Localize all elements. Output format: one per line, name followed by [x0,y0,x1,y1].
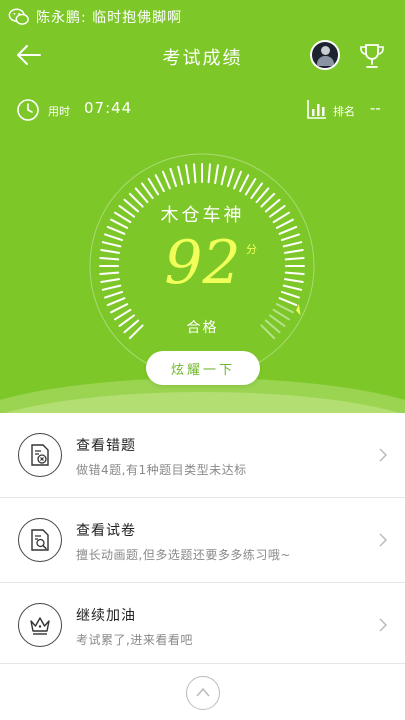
gauge-tick [239,174,250,193]
clock-icon [17,99,39,121]
score-value: 92 [164,228,241,298]
gauge-tick [214,164,219,185]
rank-value: -- [370,99,381,117]
chevron-up-icon [196,687,210,697]
item-subtitle: 做错4题,有1种题目类型未达标 [76,463,247,477]
gauge-tick [233,170,243,190]
item-subtitle: 擅长动画题,但多选题还要多多练习哦~ [76,548,291,562]
gauge-tick [154,174,165,193]
gauge-tick [275,303,294,314]
gauge-tick [177,165,184,186]
notification-banner[interactable]: 陈永鹏: 临时抱佛脚啊 [0,0,405,34]
avatar[interactable] [310,40,340,70]
gauge-tick [207,163,212,184]
wechat-icon [8,8,29,25]
gauge-tick [110,303,129,314]
gauge-tick [141,182,154,200]
item-title: 查看错题 [76,438,136,454]
score-unit: 分 [246,243,257,256]
scroll-up-button[interactable] [186,676,220,710]
crown-icon [18,603,62,647]
wrong-question-icon [18,433,62,477]
divider [0,663,405,664]
rank-label: 排名 [333,105,355,118]
gauge-tick [244,178,257,196]
chevron-right-icon [379,448,388,462]
gauge-tick [220,165,227,186]
show-off-button[interactable]: 炫耀一下 [146,351,260,385]
time-value: 07:44 [84,99,133,117]
item-title: 查看试卷 [76,523,136,539]
view-exam-paper[interactable]: 查看试卷 擅长动画题,但多选题还要多多练习哦~ [0,498,405,582]
notification-text: 陈永鹏: 临时抱佛脚啊 [36,7,182,27]
gauge-tick [226,167,235,188]
top-nav: 考试成绩 [0,34,405,78]
time-label: 用时 [48,105,70,118]
gauge-tick [192,163,197,184]
chevron-right-icon [379,533,388,547]
gauge-tick [169,167,178,188]
chevron-right-icon [379,618,388,632]
gauge-tick [185,164,190,185]
ranking-icon [307,100,326,119]
pass-status: 合格 [186,320,219,336]
view-wrong-questions[interactable]: 查看错题 做错4题,有1种题目类型未达标 [0,413,405,497]
page-title: 考试成绩 [162,48,243,69]
item-title: 继续加油 [76,608,136,624]
gauge-tick [147,178,160,196]
notification-sender: 陈永鹏 [36,10,81,26]
item-subtitle: 考试累了,进来看看吧 [76,633,193,647]
gauge-tick [250,182,263,200]
notification-separator: : [81,10,87,26]
stats-bar: 用时 07:44 排名 -- [0,96,405,126]
paper-search-icon [18,518,62,562]
notification-message: 临时抱佛脚啊 [92,10,183,26]
keep-going[interactable]: 继续加油 考试累了,进来看看吧 [0,583,405,667]
gauge-tick [161,170,171,190]
trophy-icon[interactable] [357,41,387,71]
